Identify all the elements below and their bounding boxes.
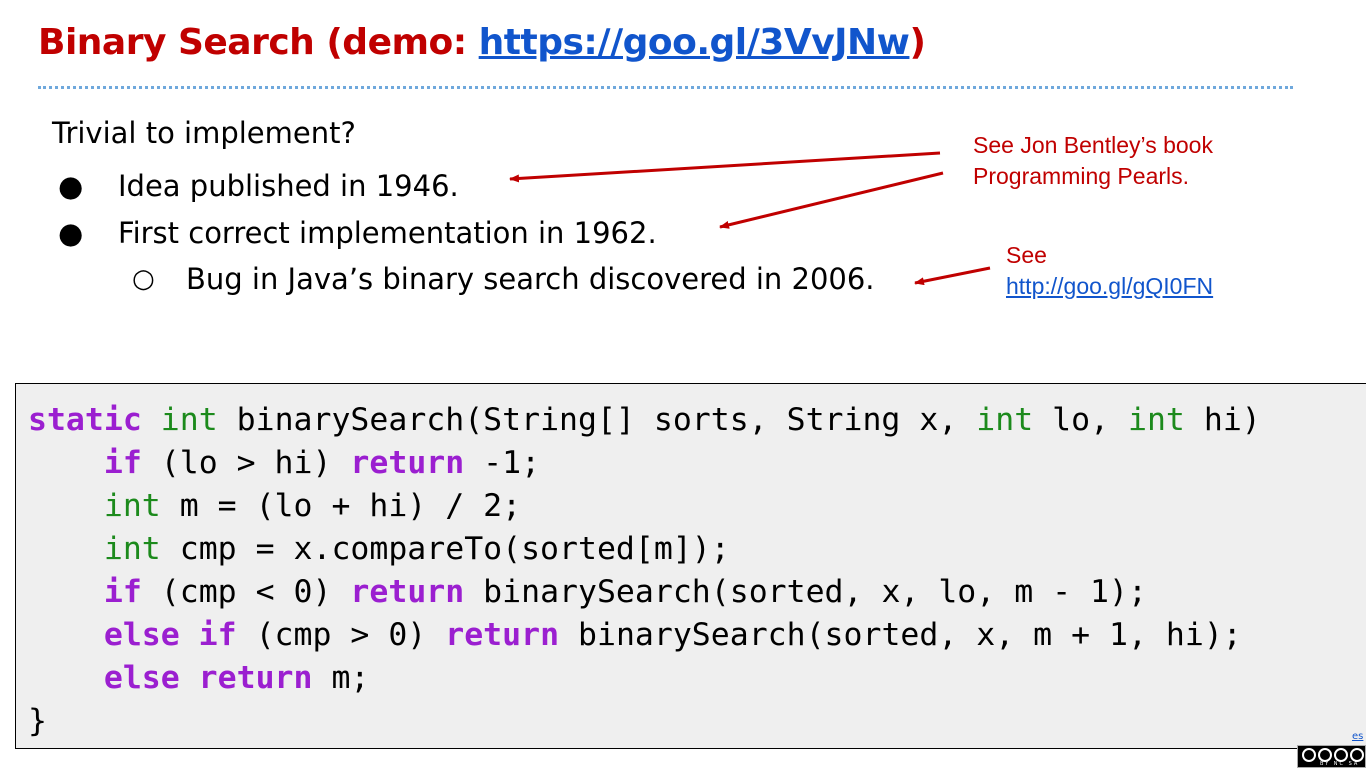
code-text: hi)	[1184, 402, 1261, 438]
code-type: int	[976, 402, 1034, 438]
code-text: binarySearch(sorted, x, m + 1, hi);	[559, 617, 1242, 653]
code-keyword: if	[103, 445, 142, 481]
code-line: else return m;	[28, 657, 1261, 700]
code-text: lo,	[1033, 402, 1128, 438]
code-line: if (cmp < 0) return binarySearch(sorted,…	[28, 571, 1261, 614]
code-keyword: else return	[103, 660, 313, 696]
arrow-to-1946	[509, 151, 941, 183]
code-line: int m = (lo + hi) / 2;	[28, 485, 1261, 528]
code-line: static int binarySearch(String[] sorts, …	[28, 399, 1261, 442]
cc-by-nc-sa-icon: BY NC SA	[1297, 745, 1366, 768]
code-line: int cmp = x.compareTo(sorted[m]);	[28, 528, 1261, 571]
code-text: binarySearch(sorted, x, lo, m - 1);	[464, 574, 1147, 610]
nc-icon	[1334, 748, 1348, 762]
code-type: int	[103, 531, 161, 567]
license-label: BY NC SA	[1320, 761, 1360, 767]
code-text: m;	[312, 660, 370, 696]
code-type: int	[1128, 402, 1185, 438]
code-line: if (lo > hi) return -1;	[28, 442, 1261, 485]
arrow-to-1962	[719, 171, 944, 229]
code-text: (cmp < 0)	[141, 574, 351, 610]
corner-link[interactable]: es	[1352, 731, 1363, 742]
arrow-to-2006	[914, 266, 991, 286]
code-text: (lo > hi)	[141, 445, 351, 481]
code-text: cmp = x.compareTo(sorted[m]);	[160, 531, 730, 567]
code-keyword: else if	[103, 617, 237, 653]
cc-icon	[1302, 748, 1316, 762]
code-keyword: return	[445, 617, 560, 653]
code-text: m = (lo + hi) / 2;	[160, 488, 522, 524]
code-keyword: return	[350, 574, 465, 610]
code-line: else if (cmp > 0) return binarySearch(so…	[28, 614, 1261, 657]
sa-icon	[1350, 748, 1364, 762]
code-block: static int binarySearch(String[] sorts, …	[28, 399, 1261, 743]
code-keyword: return	[350, 445, 465, 481]
code-text: }	[28, 703, 47, 739]
code-keyword: static	[28, 402, 142, 438]
code-line: }	[28, 700, 1261, 743]
code-text: binarySearch(String[] sorts, String x,	[217, 402, 977, 438]
by-icon	[1318, 748, 1332, 762]
code-keyword: if	[103, 574, 142, 610]
code-text: (cmp > 0)	[236, 617, 446, 653]
code-type: int	[103, 488, 161, 524]
code-text: -1;	[464, 445, 541, 481]
code-type: int	[160, 402, 218, 438]
